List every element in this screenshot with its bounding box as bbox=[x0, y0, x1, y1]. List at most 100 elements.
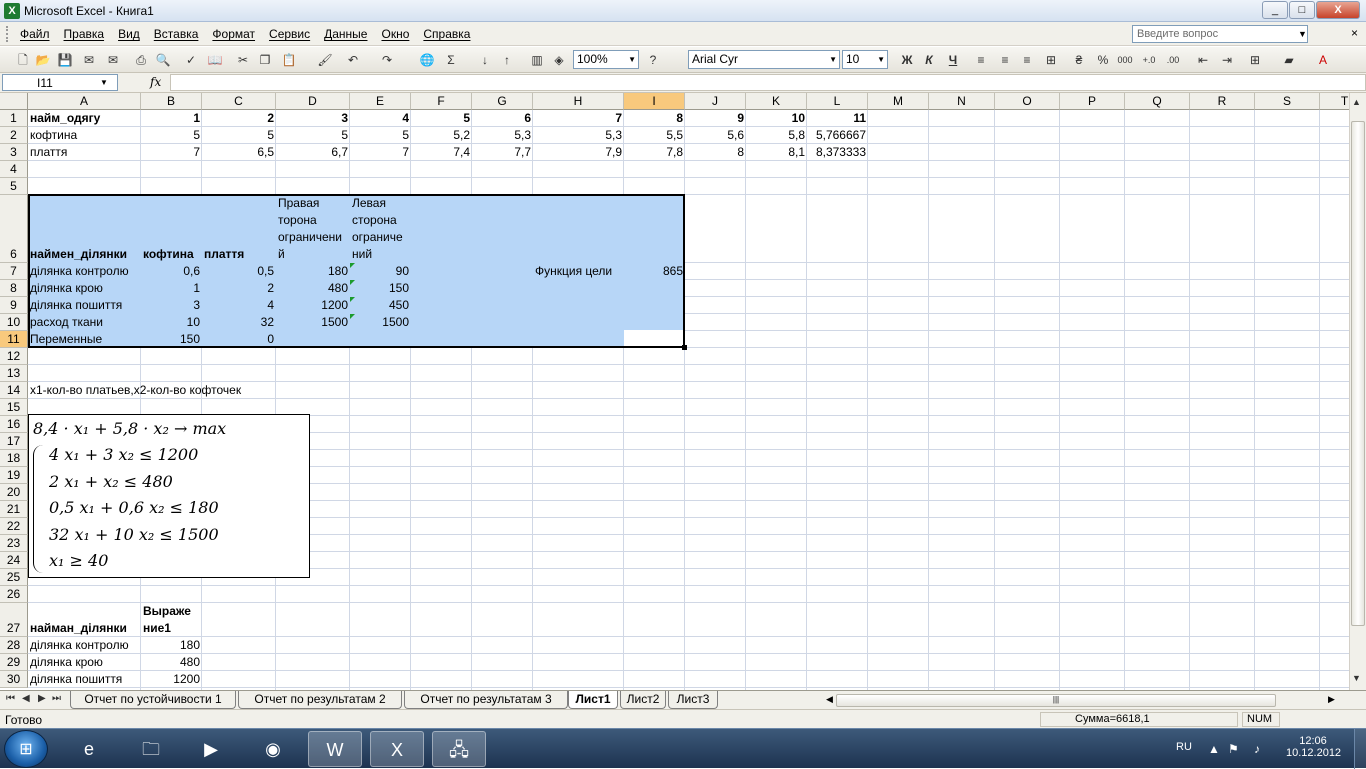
cell-A2[interactable]: кофтина bbox=[28, 127, 141, 144]
cell-K2[interactable]: 5,8 bbox=[746, 127, 807, 144]
excel-app-icon[interactable]: X bbox=[4, 3, 20, 19]
vertical-scrollbar[interactable]: ▲ ▼ bbox=[1349, 93, 1366, 690]
scroll-right-icon[interactable]: ▶ bbox=[1328, 694, 1335, 705]
cell-C2[interactable]: 5 bbox=[202, 127, 276, 144]
font-size-select[interactable]: 10 ▼ bbox=[842, 50, 888, 69]
increase-indent-icon[interactable]: ⇥ bbox=[1218, 51, 1236, 69]
copy-icon[interactable]: ❐ bbox=[256, 51, 274, 69]
row-header-24[interactable]: 24 bbox=[0, 552, 28, 569]
fill-color-icon[interactable]: ▰ bbox=[1280, 51, 1298, 69]
row-header-18[interactable]: 18 bbox=[0, 450, 28, 467]
autocalc-sum[interactable]: Сумма=6618,1 bbox=[1040, 712, 1238, 727]
row-header-9[interactable]: 9 bbox=[0, 297, 28, 314]
cell-D1[interactable]: 3 bbox=[276, 110, 350, 127]
show-hidden-icons-icon[interactable]: ▲ bbox=[1208, 742, 1220, 756]
row-header-5[interactable]: 5 bbox=[0, 178, 28, 195]
cell-A14[interactable]: x1-кол-во платьев,x2-кол-во кофточек bbox=[28, 382, 428, 399]
fx-icon[interactable]: fx bbox=[150, 75, 161, 89]
cell-E3[interactable]: 7 bbox=[350, 144, 411, 161]
row-header-11[interactable]: 11 bbox=[0, 331, 28, 348]
action-center-icon[interactable]: ⚑ bbox=[1228, 742, 1239, 756]
print-preview-icon[interactable]: 🔍 bbox=[154, 51, 172, 69]
formula-input[interactable] bbox=[170, 74, 1366, 91]
column-header-P[interactable]: P bbox=[1060, 93, 1125, 110]
column-header-O[interactable]: O bbox=[995, 93, 1060, 110]
row-header-26[interactable]: 26 bbox=[0, 586, 28, 603]
cell-A29[interactable]: ділянка крою bbox=[28, 654, 141, 671]
underline-icon[interactable]: Ч bbox=[944, 51, 962, 69]
menu-view[interactable]: Вид bbox=[118, 27, 140, 41]
first-sheet-icon[interactable]: ⏮ bbox=[6, 693, 15, 704]
borders-icon[interactable]: ⊞ bbox=[1246, 51, 1264, 69]
vertical-scroll-thumb[interactable] bbox=[1351, 121, 1365, 626]
start-button[interactable]: ⊞ bbox=[4, 730, 48, 768]
sort-desc-icon[interactable]: ↑ bbox=[498, 51, 516, 69]
row-header-1[interactable]: 1 bbox=[0, 110, 28, 127]
align-right-icon[interactable]: ≡ bbox=[1018, 51, 1036, 69]
column-header-K[interactable]: K bbox=[746, 93, 807, 110]
thousands-icon[interactable]: 000 bbox=[1116, 51, 1134, 69]
cell-H2[interactable]: 5,3 bbox=[533, 127, 624, 144]
cell-B1[interactable]: 1 bbox=[141, 110, 202, 127]
cell-B3[interactable]: 7 bbox=[141, 144, 202, 161]
cell-F2[interactable]: 5,2 bbox=[411, 127, 472, 144]
prev-sheet-icon[interactable]: ◀ bbox=[22, 693, 30, 704]
open-icon[interactable]: 📂 bbox=[34, 51, 52, 69]
last-sheet-icon[interactable]: ⏭ bbox=[52, 693, 61, 704]
select-all-corner[interactable] bbox=[0, 93, 28, 110]
row-header-27[interactable]: 27 bbox=[0, 603, 28, 637]
row-header-15[interactable]: 15 bbox=[0, 399, 28, 416]
cell-B27-line[interactable]: Выраже bbox=[141, 603, 202, 620]
tab-list2[interactable]: Лист2 bbox=[620, 691, 666, 709]
row-header-10[interactable]: 10 bbox=[0, 314, 28, 331]
currency-icon[interactable]: ₴ bbox=[1070, 51, 1088, 69]
menu-format[interactable]: Формат bbox=[212, 27, 255, 41]
column-header-G[interactable]: G bbox=[472, 93, 533, 110]
sort-asc-icon[interactable]: ↓ bbox=[476, 51, 494, 69]
cell-C3[interactable]: 6,5 bbox=[202, 144, 276, 161]
column-header-B[interactable]: B bbox=[141, 93, 202, 110]
column-header-H[interactable]: H bbox=[533, 93, 624, 110]
cell-A30[interactable]: ділянка пошиття bbox=[28, 671, 141, 688]
decrease-indent-icon[interactable]: ⇤ bbox=[1194, 51, 1212, 69]
scroll-up-icon[interactable]: ▲ bbox=[1352, 97, 1361, 107]
cell-J2[interactable]: 5,6 bbox=[685, 127, 746, 144]
cell-F3[interactable]: 7,4 bbox=[411, 144, 472, 161]
row-header-30[interactable]: 30 bbox=[0, 671, 28, 688]
menu-data[interactable]: Данные bbox=[324, 27, 367, 41]
menu-help[interactable]: Справка bbox=[423, 27, 470, 41]
cell-K3[interactable]: 8,1 bbox=[746, 144, 807, 161]
cell-K1[interactable]: 10 bbox=[746, 110, 807, 127]
paste-icon[interactable]: 📋 bbox=[280, 51, 298, 69]
row-header-23[interactable]: 23 bbox=[0, 535, 28, 552]
language-indicator[interactable]: RU bbox=[1176, 741, 1192, 753]
size-dropdown-icon[interactable]: ▼ bbox=[877, 55, 885, 64]
cell-E1[interactable]: 4 bbox=[350, 110, 411, 127]
ask-dropdown-icon[interactable]: ▼ bbox=[1298, 29, 1307, 39]
cell-L3[interactable]: 8,373333 bbox=[807, 144, 868, 161]
menu-insert[interactable]: Вставка bbox=[154, 27, 199, 41]
cell-L1[interactable]: 11 bbox=[807, 110, 868, 127]
tab-list3[interactable]: Лист3 bbox=[668, 691, 718, 709]
column-header-I[interactable]: I bbox=[624, 93, 685, 110]
system-clock[interactable]: 12:06 10.12.2012 bbox=[1286, 735, 1341, 759]
cell-F1[interactable]: 5 bbox=[411, 110, 472, 127]
row-header-2[interactable]: 2 bbox=[0, 127, 28, 144]
decrease-decimal-icon[interactable]: .00 bbox=[1164, 51, 1182, 69]
column-header-Q[interactable]: Q bbox=[1125, 93, 1190, 110]
maximize-button[interactable]: □ bbox=[1289, 1, 1315, 19]
cell-A3[interactable]: плаття bbox=[28, 144, 141, 161]
column-header-L[interactable]: L bbox=[807, 93, 868, 110]
explorer-taskbar-icon[interactable]: 🗀 bbox=[124, 731, 178, 767]
tab-results-report-3[interactable]: Отчет по результатам 3 bbox=[404, 691, 568, 709]
chrome-taskbar-icon[interactable]: ◉ bbox=[246, 731, 300, 767]
cell-G2[interactable]: 5,3 bbox=[472, 127, 533, 144]
row-header-29[interactable]: 29 bbox=[0, 654, 28, 671]
column-header-D[interactable]: D bbox=[276, 93, 350, 110]
show-desktop-button[interactable] bbox=[1354, 729, 1366, 769]
excel-taskbar-icon[interactable]: X bbox=[370, 731, 424, 767]
row-header-7[interactable]: 7 bbox=[0, 263, 28, 280]
cell-I1[interactable]: 8 bbox=[624, 110, 685, 127]
font-color-icon[interactable]: A bbox=[1314, 51, 1332, 69]
cell-D3[interactable]: 6,7 bbox=[276, 144, 350, 161]
